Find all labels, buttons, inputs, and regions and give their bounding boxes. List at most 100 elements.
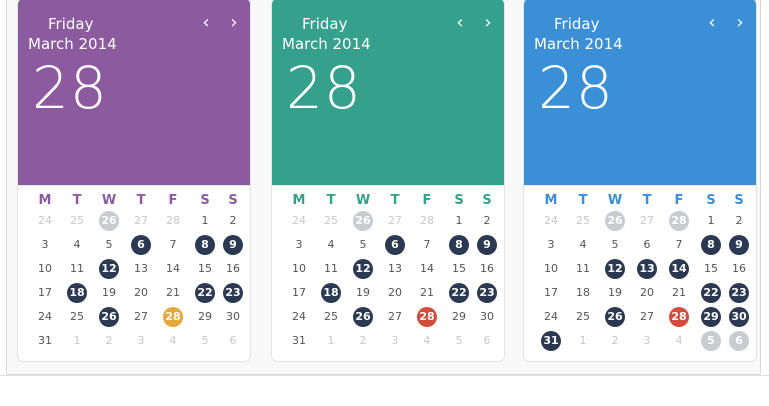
day-cell[interactable]: 25: [65, 305, 89, 329]
day-cell[interactable]: 7: [161, 233, 185, 257]
day-cell[interactable]: 1: [319, 329, 343, 353]
day-cell[interactable]: 6: [635, 233, 659, 257]
day-cell[interactable]: 21: [161, 281, 185, 305]
day-cell[interactable]: 28: [415, 209, 439, 233]
day-cell[interactable]: 5: [351, 233, 375, 257]
day-cell[interactable]: 16: [475, 257, 499, 281]
next-month-icon[interactable]: ›: [226, 13, 242, 33]
day-cell[interactable]: 21: [415, 281, 439, 305]
day-cell[interactable]: 3: [287, 233, 311, 257]
day-cell[interactable]: 17: [539, 281, 563, 305]
day-cell[interactable]: 13: [129, 257, 153, 281]
day-cell[interactable]: 9: [727, 233, 751, 257]
day-cell[interactable]: 5: [97, 233, 121, 257]
day-cell[interactable]: 26: [603, 209, 627, 233]
day-cell[interactable]: 5: [699, 329, 723, 353]
day-cell[interactable]: 17: [33, 281, 57, 305]
day-cell[interactable]: 20: [383, 281, 407, 305]
day-cell[interactable]: 22: [193, 281, 217, 305]
day-cell[interactable]: 14: [667, 257, 691, 281]
day-cell[interactable]: 7: [667, 233, 691, 257]
day-cell[interactable]: 31: [539, 329, 563, 353]
day-cell[interactable]: 4: [161, 329, 185, 353]
day-cell[interactable]: 24: [33, 305, 57, 329]
day-cell[interactable]: 21: [667, 281, 691, 305]
day-cell[interactable]: 3: [539, 233, 563, 257]
day-cell[interactable]: 10: [33, 257, 57, 281]
day-cell[interactable]: 27: [129, 305, 153, 329]
day-cell[interactable]: 27: [383, 209, 407, 233]
day-cell[interactable]: 24: [539, 209, 563, 233]
day-cell[interactable]: 1: [193, 209, 217, 233]
day-cell[interactable]: 27: [635, 209, 659, 233]
day-cell[interactable]: 27: [635, 305, 659, 329]
day-cell[interactable]: 19: [603, 281, 627, 305]
day-cell[interactable]: 15: [699, 257, 723, 281]
day-cell[interactable]: 7: [415, 233, 439, 257]
day-cell[interactable]: 6: [475, 329, 499, 353]
prev-month-icon[interactable]: ‹: [198, 13, 214, 33]
day-cell[interactable]: 25: [319, 209, 343, 233]
day-cell[interactable]: 14: [415, 257, 439, 281]
prev-month-icon[interactable]: ‹: [452, 13, 468, 33]
day-cell[interactable]: 12: [603, 257, 627, 281]
day-cell[interactable]: 5: [447, 329, 471, 353]
day-cell[interactable]: 2: [475, 209, 499, 233]
day-cell[interactable]: 1: [699, 209, 723, 233]
day-cell[interactable]: 6: [383, 233, 407, 257]
day-cell[interactable]: 13: [635, 257, 659, 281]
day-cell[interactable]: 3: [33, 233, 57, 257]
day-cell[interactable]: 1: [447, 209, 471, 233]
day-cell[interactable]: 6: [221, 329, 245, 353]
day-cell[interactable]: 13: [383, 257, 407, 281]
day-cell[interactable]: 15: [193, 257, 217, 281]
day-cell[interactable]: 24: [539, 305, 563, 329]
next-month-icon[interactable]: ›: [732, 13, 748, 33]
day-cell[interactable]: 28: [667, 209, 691, 233]
day-cell[interactable]: 1: [65, 329, 89, 353]
day-cell[interactable]: 5: [193, 329, 217, 353]
day-cell[interactable]: 31: [287, 329, 311, 353]
day-cell[interactable]: 5: [603, 233, 627, 257]
day-cell[interactable]: 28: [415, 305, 439, 329]
day-cell[interactable]: 23: [475, 281, 499, 305]
day-cell[interactable]: 19: [351, 281, 375, 305]
day-cell[interactable]: 2: [97, 329, 121, 353]
day-cell[interactable]: 26: [351, 209, 375, 233]
day-cell[interactable]: 26: [351, 305, 375, 329]
day-cell[interactable]: 19: [97, 281, 121, 305]
day-cell[interactable]: 2: [351, 329, 375, 353]
day-cell[interactable]: 8: [699, 233, 723, 257]
day-cell[interactable]: 18: [571, 281, 595, 305]
day-cell[interactable]: 2: [603, 329, 627, 353]
day-cell[interactable]: 4: [319, 233, 343, 257]
day-cell[interactable]: 30: [475, 305, 499, 329]
day-cell[interactable]: 3: [383, 329, 407, 353]
day-cell[interactable]: 20: [635, 281, 659, 305]
day-cell[interactable]: 27: [129, 209, 153, 233]
day-cell[interactable]: 12: [351, 257, 375, 281]
day-cell[interactable]: 29: [447, 305, 471, 329]
day-cell[interactable]: 10: [287, 257, 311, 281]
day-cell[interactable]: 9: [475, 233, 499, 257]
day-cell[interactable]: 30: [727, 305, 751, 329]
day-cell[interactable]: 4: [65, 233, 89, 257]
day-cell[interactable]: 1: [571, 329, 595, 353]
day-cell[interactable]: 26: [603, 305, 627, 329]
day-cell[interactable]: 27: [383, 305, 407, 329]
day-cell[interactable]: 28: [161, 209, 185, 233]
day-cell[interactable]: 6: [727, 329, 751, 353]
day-cell[interactable]: 17: [287, 281, 311, 305]
day-cell[interactable]: 24: [287, 305, 311, 329]
day-cell[interactable]: 24: [287, 209, 311, 233]
day-cell[interactable]: 16: [221, 257, 245, 281]
day-cell[interactable]: 29: [193, 305, 217, 329]
day-cell[interactable]: 16: [727, 257, 751, 281]
next-month-icon[interactable]: ›: [480, 13, 496, 33]
day-cell[interactable]: 25: [65, 209, 89, 233]
day-cell[interactable]: 11: [319, 257, 343, 281]
day-cell[interactable]: 25: [571, 305, 595, 329]
day-cell[interactable]: 26: [97, 305, 121, 329]
day-cell[interactable]: 4: [415, 329, 439, 353]
day-cell[interactable]: 23: [221, 281, 245, 305]
